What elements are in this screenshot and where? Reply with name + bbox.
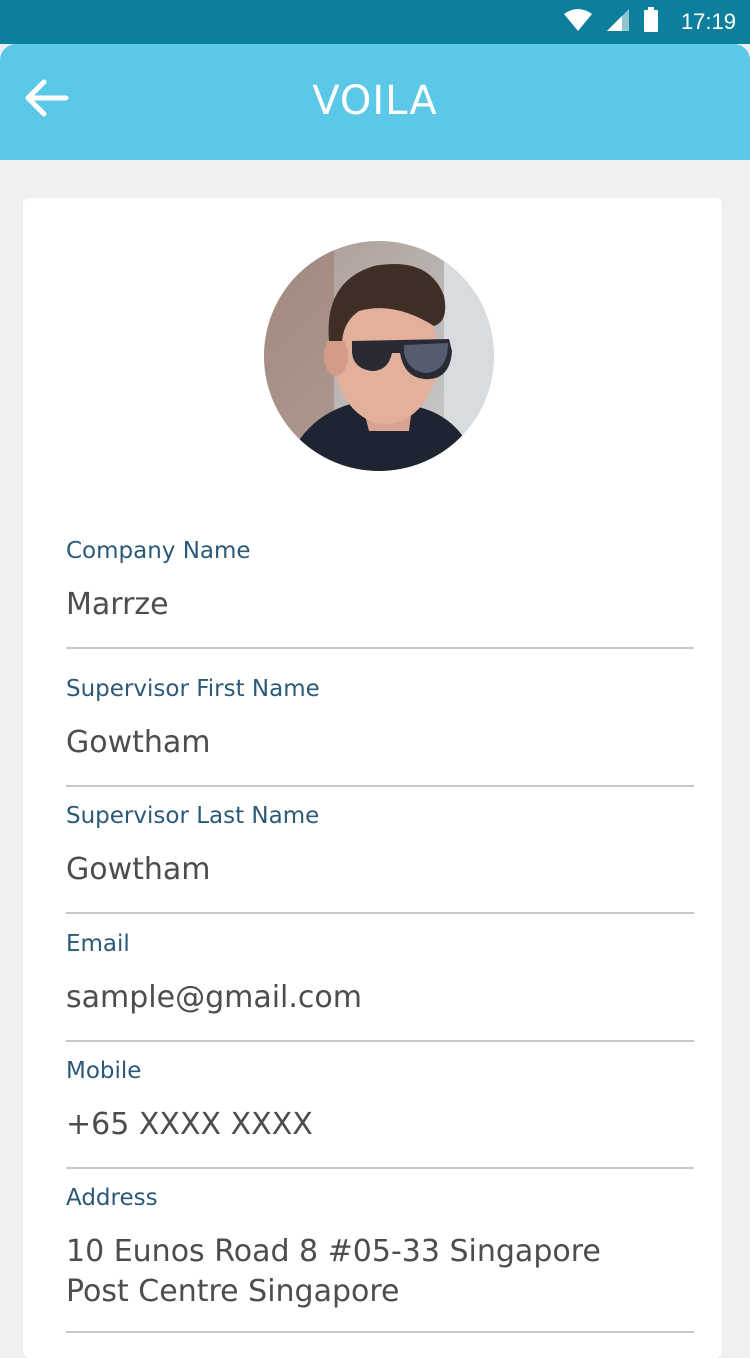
company-name-value[interactable]: Marrze xyxy=(66,585,694,625)
email-value[interactable]: sample@gmail.com xyxy=(66,978,694,1018)
profile-card: Company Name Marrze Supervisor First Nam… xyxy=(23,198,722,1358)
mobile-label: Mobile xyxy=(66,1058,142,1084)
address-value-line2[interactable]: Post Centre Singapore xyxy=(66,1272,694,1312)
supervisor-first-name-underline xyxy=(66,785,694,787)
status-icons: 17:19 xyxy=(563,0,736,44)
status-time: 17:19 xyxy=(680,9,736,34)
address-value-line1[interactable]: 10 Eunos Road 8 #05-33 Singapore xyxy=(66,1232,694,1272)
mobile-underline xyxy=(66,1167,694,1169)
supervisor-last-name-label: Supervisor Last Name xyxy=(66,803,320,829)
page-title: VOILA xyxy=(312,78,438,124)
mobile-value[interactable]: +65 XXXX XXXX xyxy=(66,1105,694,1145)
avatar[interactable] xyxy=(264,241,494,471)
supervisor-first-name-label: Supervisor First Name xyxy=(66,676,320,702)
signal-icon xyxy=(605,8,631,37)
email-underline xyxy=(66,1040,694,1042)
wifi-icon xyxy=(563,8,593,37)
company-name-underline xyxy=(66,647,694,649)
address-label: Address xyxy=(66,1185,158,1211)
address-underline xyxy=(66,1331,694,1333)
status-bar: 17:19 xyxy=(0,0,750,44)
supervisor-last-name-value[interactable]: Gowtham xyxy=(66,850,694,890)
battery-icon xyxy=(643,6,659,38)
supervisor-last-name-underline xyxy=(66,912,694,914)
email-label: Email xyxy=(66,931,130,957)
app-bar: VOILA xyxy=(0,44,750,160)
supervisor-first-name-value[interactable]: Gowtham xyxy=(66,723,694,763)
company-name-label: Company Name xyxy=(66,538,251,564)
